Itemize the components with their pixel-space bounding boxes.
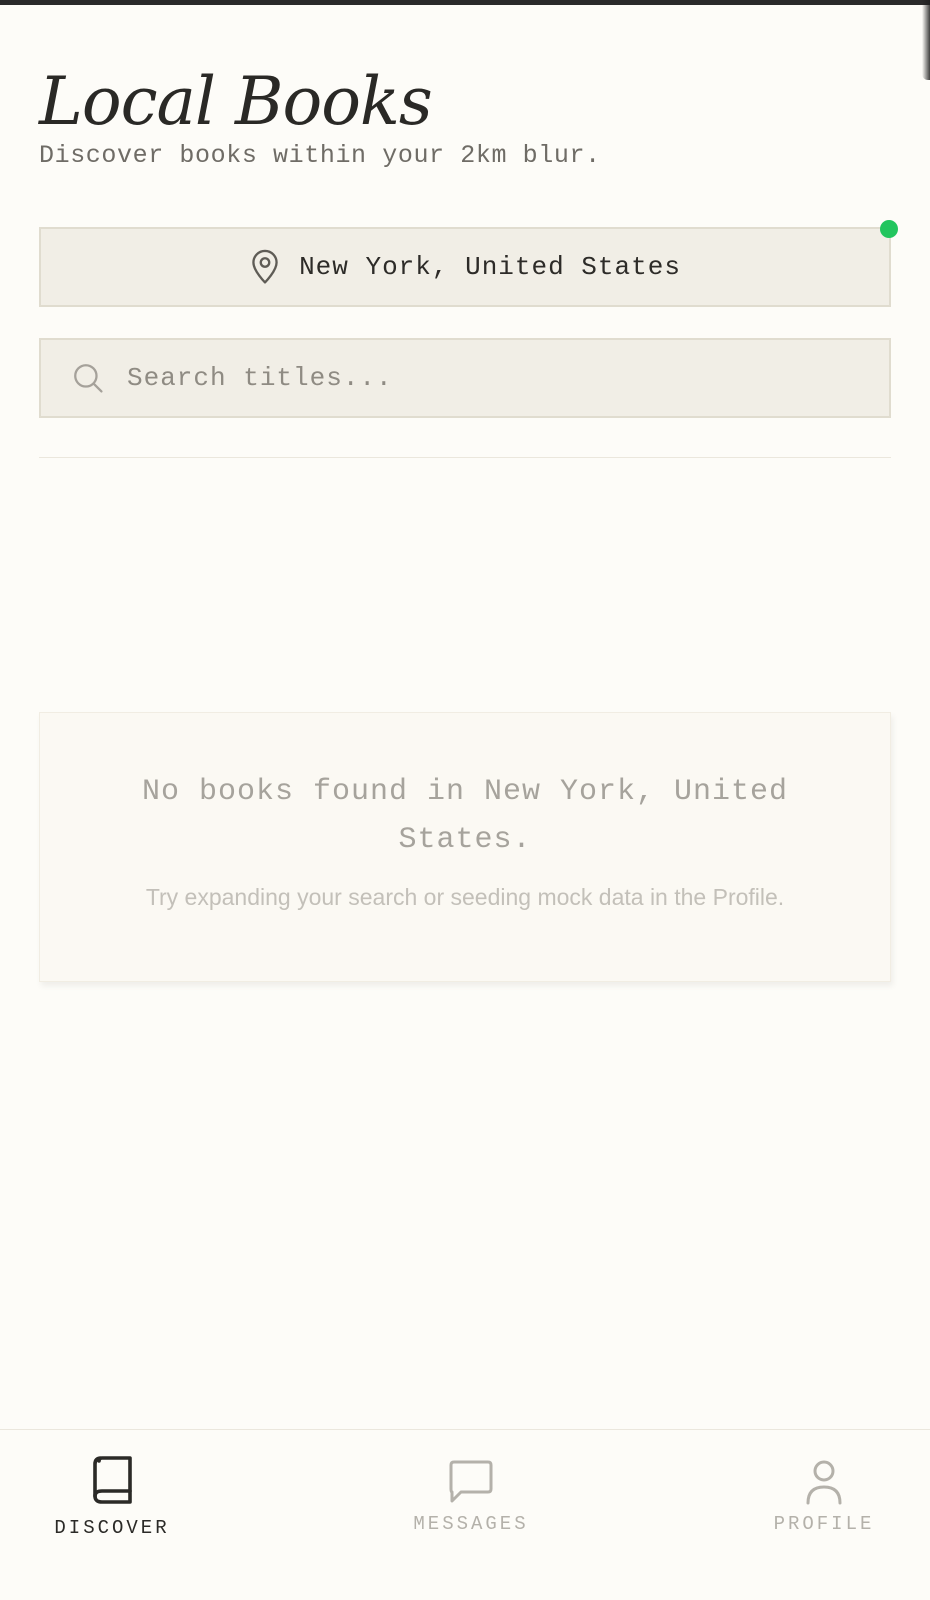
empty-state-hint: Try expanding your search or seeding moc…: [145, 884, 785, 910]
map-pin-icon: [252, 249, 278, 284]
book-icon: [93, 1456, 132, 1504]
page-title: Local Books: [39, 63, 433, 140]
nav-label-profile: PROFILE: [773, 1513, 875, 1535]
page-subtitle: Discover books within your 2km blur.: [39, 140, 601, 170]
online-status-dot: [880, 220, 898, 238]
location-selector-button[interactable]: New York, United States: [39, 227, 891, 307]
section-divider: [39, 457, 891, 458]
empty-state-title: No books found in New York, United State…: [141, 775, 789, 857]
nav-label-discover: DISCOVER: [54, 1517, 170, 1539]
nav-item-messages[interactable]: MESSAGES: [371, 1459, 571, 1535]
window-edge: [922, 0, 930, 80]
message-icon: [449, 1460, 493, 1503]
search-icon: [74, 364, 103, 393]
bottom-navigation: DISCOVER MESSAGES PROFILE: [0, 1429, 930, 1600]
search-bar: [39, 338, 891, 418]
user-icon: [806, 1460, 842, 1505]
page-header: Local Books Discover books within your 2…: [39, 63, 601, 170]
empty-state-card: No books found in New York, United State…: [39, 712, 891, 982]
search-input[interactable]: [127, 363, 827, 393]
top-strip: [0, 0, 930, 5]
nav-item-discover[interactable]: DISCOVER: [12, 1455, 212, 1539]
nav-label-messages: MESSAGES: [413, 1513, 529, 1535]
location-label: New York, United States: [299, 252, 681, 282]
nav-item-profile[interactable]: PROFILE: [724, 1459, 924, 1535]
